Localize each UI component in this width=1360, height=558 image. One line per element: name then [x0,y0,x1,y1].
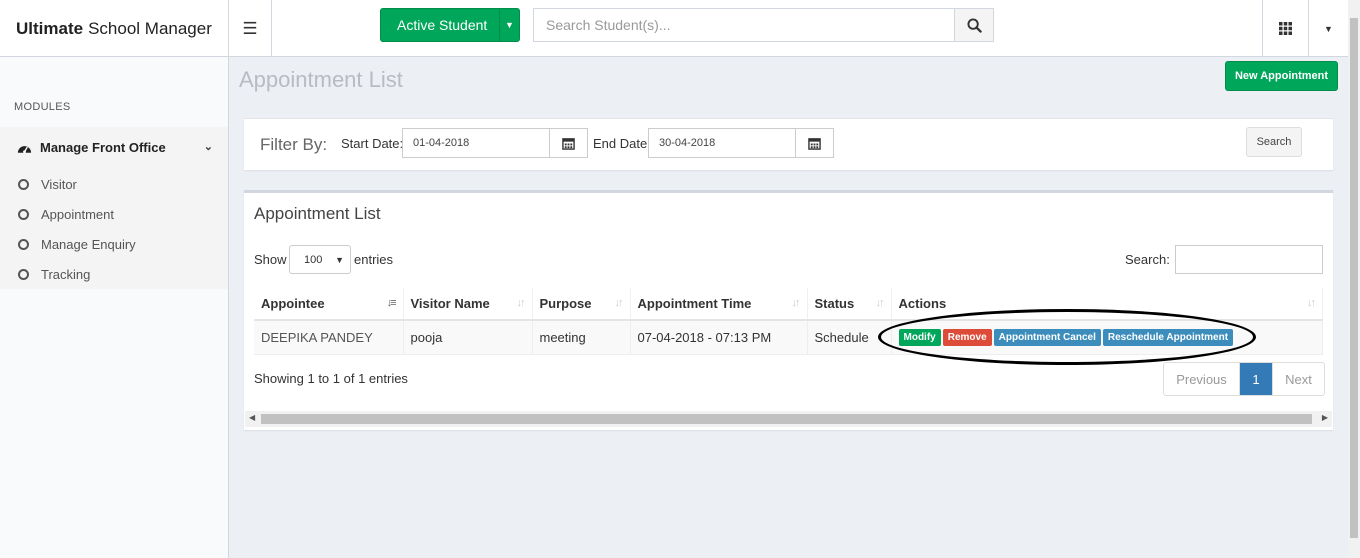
pagination: Previous 1 Next [1163,362,1325,396]
dashboard-icon [17,145,32,153]
sidebar-item-visitor[interactable]: Visitor [18,177,77,192]
scrollbar-thumb[interactable] [261,414,1312,424]
app-logo[interactable]: Ultimate School Manager [0,0,229,57]
hamburger-icon: ☰ [242,18,258,38]
cell-actions: Modify Remove Appointment Cancel Reschedule… [891,320,1323,355]
scroll-right-icon[interactable]: ▶ [1322,413,1328,422]
student-search-input[interactable] [534,9,954,41]
start-date-picker [402,128,588,158]
sort-icon: ↓↑ [791,297,801,309]
grid-icon [1279,22,1292,35]
end-date-label: End Date: [593,136,651,151]
sidebar: MODULES Manage Front Office ⌄ Visitor Ap… [0,57,229,558]
sort-icon: ↓↑ [875,297,885,309]
filter-label: Filter By: [260,135,328,154]
horizontal-scrollbar[interactable]: ◀ ▶ [245,411,1332,427]
entries-label: entries [354,252,394,267]
page-title: Appointment List [239,67,403,92]
chevron-down-icon: ⌄ [203,141,213,153]
column-header-appointment-time[interactable]: Appointment Time ↓↑ [630,288,808,321]
end-date-picker [648,128,834,158]
sidebar-item-label: Visitor [41,177,77,192]
end-date-calendar-button[interactable] [795,129,833,157]
sidebar-item-appointment[interactable]: Appointment [18,207,114,222]
column-header-status[interactable]: Status ↓↑ [807,288,892,321]
end-date-input[interactable] [649,129,795,157]
circle-icon [18,179,29,190]
sidebar-item-label: Manage Enquiry [41,237,136,252]
sort-icon: ↓↑ [1307,297,1316,309]
table-search-input[interactable] [1175,245,1323,274]
cell-status: Schedule [807,320,892,355]
scrollbar-thumb[interactable] [1350,18,1358,538]
start-date-label: Start Date: [341,136,404,151]
appointments-table: Appointee ↓≡ Visitor Name ↓↑ Purpose ↓↑ App… [254,288,1323,355]
active-student-dropdown[interactable]: Active Student ▼ [380,8,520,42]
brand-rest: School Manager [88,18,212,38]
calendar-icon [562,137,575,150]
sort-icon: ↓↑ [614,297,624,309]
pagination-next[interactable]: Next [1272,363,1324,395]
top-navbar: Ultimate School Manager ☰ Active Student… [0,0,1360,57]
caret-down-icon[interactable]: ▼ [499,9,519,41]
vertical-scrollbar[interactable] [1348,0,1360,558]
filter-search-button[interactable]: Search [1246,127,1302,157]
appointment-list-panel: Appointment List Show 100 ▼ entries Sear… [244,190,1333,430]
search-icon [966,17,982,33]
circle-icon [18,209,29,220]
cell-appointee: DEEPIKA PANDEY [254,320,404,355]
sidebar-item-tracking[interactable]: Tracking [18,267,90,282]
search-button[interactable] [954,9,993,41]
sidebar-item-manage-front-office[interactable]: Manage Front Office ⌄ [17,140,213,155]
table-info: Showing 1 to 1 of 1 entries [254,371,408,386]
pagination-page-1[interactable]: 1 [1240,363,1272,395]
student-search [533,8,994,42]
sidebar-toggle-button[interactable]: ☰ [229,0,272,57]
cell-purpose: meeting [532,320,631,355]
filter-panel: Filter By: Start Date: End Date: Search [244,118,1333,170]
sidebar-item-label: Appointment [41,207,114,222]
remove-button[interactable]: Remove [942,329,992,347]
column-header-actions[interactable]: Actions ↓↑ [891,288,1323,321]
entries-value: 100 [304,253,323,266]
cell-visitor-name: pooja [403,320,533,355]
show-label: Show [254,252,287,267]
appointment-cancel-button[interactable]: Appointment Cancel [993,329,1101,347]
sort-icon: ↓↑ [516,297,526,309]
modify-button[interactable]: Modify [898,329,941,347]
pagination-previous[interactable]: Previous [1164,363,1240,395]
cell-appointment-time: 07-04-2018 - 07:13 PM [630,320,808,355]
entries-per-page-select[interactable]: 100 ▼ [289,245,351,274]
new-appointment-button[interactable]: New Appointment [1225,61,1338,91]
caret-down-icon: ▼ [335,254,344,265]
user-menu-toggle[interactable]: ▼ [1308,0,1348,57]
caret-down-icon: ▼ [1324,23,1333,34]
brand-bold: Ultimate [16,18,84,38]
column-header-visitor-name[interactable]: Visitor Name ↓↑ [403,288,533,321]
scroll-left-icon[interactable]: ◀ [249,413,255,422]
table-search-label: Search: [1125,252,1170,267]
sidebar-item-manage-enquiry[interactable]: Manage Enquiry [18,237,136,252]
column-header-purpose[interactable]: Purpose ↓↑ [532,288,631,321]
circle-icon [18,269,29,280]
start-date-input[interactable] [403,129,549,157]
sidebar-section-label: MODULES [14,101,71,113]
circle-icon [18,239,29,250]
apps-menu-button[interactable] [1262,0,1308,57]
sidebar-group-label: Manage Front Office [40,140,166,155]
sidebar-group-front-office: Manage Front Office ⌄ Visitor Appointmen… [0,127,228,289]
sidebar-item-label: Tracking [41,267,91,282]
reschedule-appointment-button[interactable]: Reschedule Appointment [1102,329,1234,347]
column-header-appointee[interactable]: Appointee ↓≡ [254,288,404,321]
sort-asc-icon: ↓≡ [386,297,397,309]
table-row: DEEPIKA PANDEY pooja meeting 07-04-2018 … [254,320,1323,355]
calendar-icon [808,137,821,150]
start-date-calendar-button[interactable] [549,129,587,157]
active-student-label: Active Student [397,17,488,33]
panel-title: Appointment List [254,204,381,223]
